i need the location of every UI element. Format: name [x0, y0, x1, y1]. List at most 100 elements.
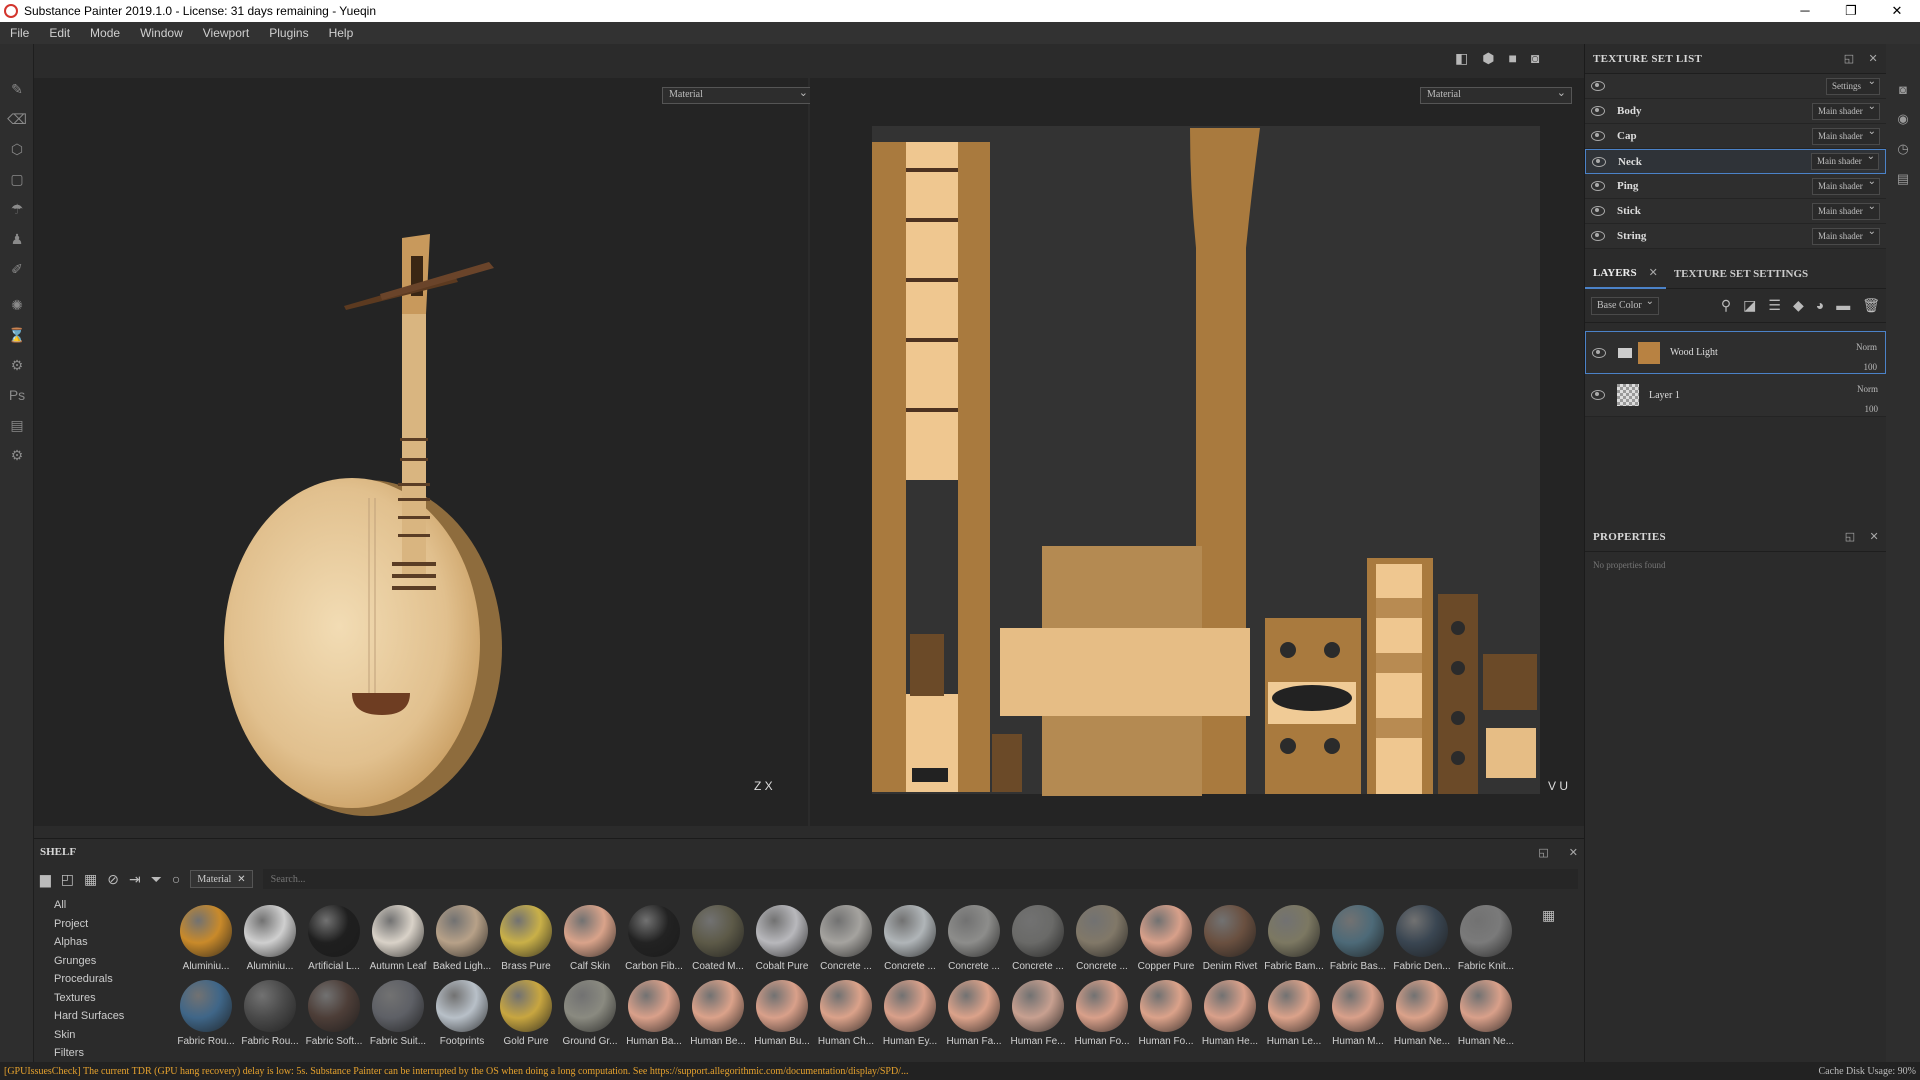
visibility-eye-icon[interactable] [1592, 156, 1606, 167]
shader-dropdown[interactable]: Main shader [1811, 151, 1879, 170]
material-item[interactable]: Gold Pure [494, 980, 558, 1047]
history-icon[interactable]: ⌛ [0, 320, 34, 350]
menu-help[interactable]: Help [319, 26, 364, 40]
color-picker-icon[interactable]: ✐ [0, 254, 34, 284]
category-procedurals[interactable]: Procedurals [54, 973, 158, 992]
material-item[interactable]: Human Fo... [1134, 980, 1198, 1047]
float-panel-icon[interactable]: ◱ [1844, 52, 1855, 65]
category-alphas[interactable]: Alphas [54, 936, 158, 955]
visibility-eye-icon[interactable] [1591, 206, 1605, 216]
material-item[interactable]: Human Le... [1262, 980, 1326, 1047]
menu-viewport[interactable]: Viewport [193, 26, 259, 40]
clone-stamp-icon[interactable]: ♟ [0, 224, 34, 254]
shader-dropdown[interactable]: Main shader [1812, 101, 1880, 120]
category-textures[interactable]: Textures [54, 992, 158, 1011]
float-panel-icon[interactable]: ◱ [1845, 530, 1856, 543]
material-item[interactable]: Brass Pure [494, 905, 558, 972]
cube-view-icon[interactable]: ⬢ [1482, 50, 1494, 67]
texture-set-row[interactable]: Cap Main shader [1585, 124, 1886, 149]
material-item[interactable]: Human Ch... [814, 980, 878, 1047]
shader-dropdown[interactable]: Main shader [1812, 126, 1880, 145]
layer-visibility-icon[interactable] [1591, 390, 1605, 400]
material-item[interactable]: Fabric Bam... [1262, 905, 1326, 972]
split-view-icon[interactable]: ◧ [1455, 50, 1468, 67]
photoshop-export-icon[interactable]: Ps [0, 380, 34, 410]
material-item[interactable]: Fabric Soft... [302, 980, 366, 1047]
menu-edit[interactable]: Edit [39, 26, 80, 40]
paint-brush-icon[interactable]: ✎ [0, 74, 34, 104]
tab-texture-set-settings[interactable]: TEXTURE SET SETTINGS [1666, 259, 1816, 289]
maximize-button[interactable]: ❐ [1828, 3, 1874, 19]
material-item[interactable]: Fabric Rou... [238, 980, 302, 1047]
menu-window[interactable]: Window [130, 26, 193, 40]
material-item[interactable]: Aluminiu... [238, 905, 302, 972]
shader-dropdown[interactable]: Main shader [1812, 226, 1880, 245]
material-item[interactable]: Calf Skin [558, 905, 622, 972]
viewport-2d[interactable]: Material V U [810, 78, 1584, 826]
category-skin[interactable]: Skin [54, 1029, 158, 1048]
material-item[interactable]: Concrete ... [878, 905, 942, 972]
material-item[interactable]: Human Ne... [1454, 980, 1518, 1047]
material-item[interactable]: Denim Rivet [1198, 905, 1262, 972]
texture-set-row[interactable]: Stick Main shader [1585, 199, 1886, 224]
material-item[interactable]: Human Fe... [1006, 980, 1070, 1047]
bake-icon[interactable]: ⚙ [0, 350, 34, 380]
material-item[interactable]: Artificial L... [302, 905, 366, 972]
add-folder-icon[interactable]: ▬ [1836, 297, 1850, 314]
material-item[interactable]: Fabric Bas... [1326, 905, 1390, 972]
material-item[interactable]: Human Fa... [942, 980, 1006, 1047]
new-window-icon[interactable]: ◰ [61, 871, 74, 888]
material-item[interactable]: Fabric Den... [1390, 905, 1454, 972]
remove-filter-icon[interactable]: ✕ [237, 874, 245, 885]
blend-mode-dropdown[interactable]: Norm [1856, 337, 1877, 357]
visibility-eye-icon[interactable] [1591, 106, 1605, 116]
export-icon[interactable]: ▤ [0, 410, 34, 440]
layer-row[interactable]: Layer 1 Norm 100 [1585, 374, 1886, 417]
visibility-eye-icon[interactable] [1591, 131, 1605, 141]
calendar-icon[interactable]: ▦ [84, 871, 97, 888]
material-item[interactable]: Aluminiu... [174, 905, 238, 972]
blend-mode-dropdown[interactable]: Norm [1857, 379, 1878, 399]
add-effect-icon[interactable]: ⚲ [1721, 297, 1731, 314]
minimize-button[interactable]: ─ [1782, 3, 1828, 19]
material-item[interactable]: Autumn Leaf [366, 905, 430, 972]
material-item[interactable]: Baked Ligh... [430, 905, 494, 972]
material-item[interactable]: Fabric Knit... [1454, 905, 1518, 972]
channel-dropdown[interactable]: Base Color [1591, 296, 1659, 315]
layer-visibility-icon[interactable] [1592, 347, 1606, 358]
material-item[interactable]: Human He... [1198, 980, 1262, 1047]
filter-icon[interactable]: ⏷ [151, 871, 162, 888]
layer-row-selected[interactable]: Wood Light Norm 100 [1585, 331, 1886, 374]
shelf-search-input[interactable] [262, 869, 1578, 889]
texture-set-row[interactable]: Ping Main shader [1585, 174, 1886, 199]
opacity-dropdown[interactable]: 100 [1857, 399, 1879, 419]
visibility-eye-icon[interactable] [1591, 181, 1605, 191]
history-icon[interactable]: ◷ [1886, 134, 1920, 164]
eraser-icon[interactable]: ⌫ [0, 104, 34, 134]
close-panel-icon[interactable]: ✕ [1569, 846, 1578, 859]
viewport-3d[interactable]: Material Z X [34, 78, 814, 826]
material-item[interactable]: Concrete ... [942, 905, 1006, 972]
import-icon[interactable]: ⇥ [129, 871, 141, 888]
material-item[interactable]: Cobalt Pure [750, 905, 814, 972]
visibility-eye-icon[interactable] [1591, 231, 1605, 241]
material-item[interactable]: Human Ne... [1390, 980, 1454, 1047]
material-item[interactable]: Human Be... [686, 980, 750, 1047]
menu-file[interactable]: File [0, 26, 39, 40]
texture-set-settings-dropdown[interactable]: Settings [1826, 76, 1880, 95]
texture-set-row[interactable]: Body Main shader [1585, 99, 1886, 124]
material-item[interactable]: Concrete ... [1070, 905, 1134, 972]
hide-icon[interactable]: ⊘ [107, 871, 119, 888]
material-item[interactable]: Coated M... [686, 905, 750, 972]
close-tab-icon[interactable]: ✕ [1649, 266, 1658, 279]
category-grunges[interactable]: Grunges [54, 955, 158, 974]
close-panel-icon[interactable]: ✕ [1869, 530, 1879, 543]
material-item[interactable]: Concrete ... [1006, 905, 1070, 972]
delete-layer-icon[interactable]: 🗑 [1862, 297, 1880, 314]
material-item[interactable]: Human Fo... [1070, 980, 1134, 1047]
smudge-icon[interactable]: ☂ [0, 194, 34, 224]
add-mask-icon[interactable]: ◪ [1743, 297, 1756, 314]
visibility-icon[interactable] [1591, 81, 1605, 91]
tab-layers[interactable]: LAYERS ✕ [1585, 259, 1666, 289]
settings-icon[interactable]: ⚙ [0, 440, 34, 470]
